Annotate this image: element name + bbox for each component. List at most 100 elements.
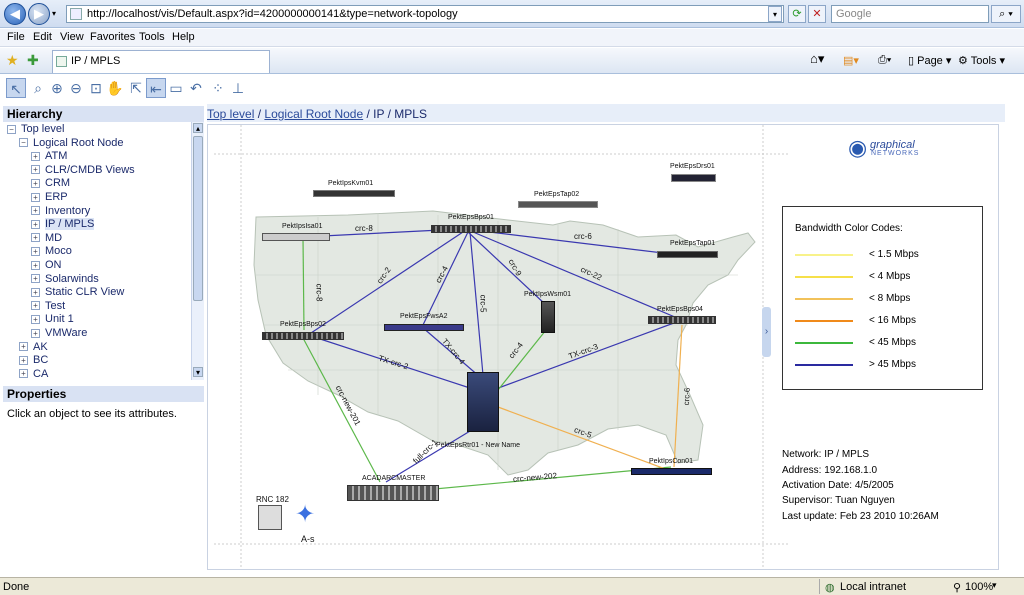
expand-icon[interactable]: + (31, 165, 40, 175)
tree-item[interactable]: + ON (31, 259, 62, 271)
collapse-panel-chevron-icon[interactable]: › (762, 307, 771, 357)
expand-icon[interactable]: + (31, 260, 40, 270)
tree-item[interactable]: + MD (31, 232, 62, 244)
refresh-icon[interactable]: ⟳ (788, 5, 806, 23)
menu-help[interactable]: Help (172, 31, 195, 43)
device-con[interactable] (631, 468, 712, 475)
tools-menu[interactable]: ⚙ Tools ▾ (958, 54, 1005, 67)
menu-file[interactable]: File (7, 31, 25, 43)
zoom-dropdown-icon[interactable]: ▾ (992, 580, 997, 591)
device-rnc[interactable] (258, 505, 282, 530)
device-tap02[interactable] (518, 201, 598, 208)
expand-icon[interactable]: + (31, 328, 40, 338)
tree-layout-icon[interactable]: ⊥ (228, 78, 248, 98)
page-menu[interactable]: ▯ Page ▾ (908, 54, 951, 67)
expand-icon[interactable]: + (31, 178, 40, 188)
feeds-icon[interactable]: ▤▾ (843, 54, 859, 67)
expand-icon[interactable]: + (31, 301, 40, 311)
device-drs[interactable] (671, 174, 716, 182)
fit-view-icon[interactable]: ⊡ (86, 78, 106, 98)
tree-item[interactable]: + ATM (31, 150, 67, 162)
pan-hand-icon[interactable]: ✋ (105, 78, 125, 98)
expand-icon[interactable]: + (31, 151, 40, 161)
expand-icon[interactable]: + (31, 192, 40, 202)
history-dropdown-icon[interactable]: ▾ (52, 9, 56, 18)
scroll-down-icon[interactable]: ▾ (193, 367, 203, 377)
zoom-icon[interactable]: ⌕ (28, 78, 48, 98)
tree-item[interactable]: + Inventory (31, 205, 90, 217)
device-fwsa2[interactable] (384, 324, 464, 331)
menu-edit[interactable]: Edit (33, 31, 52, 43)
breadcrumb-logical-root[interactable]: Logical Root Node (264, 107, 363, 121)
expand-icon[interactable]: + (31, 219, 40, 229)
tree-item[interactable]: + VMWare (31, 327, 87, 339)
tree-item[interactable]: + CA (19, 368, 48, 380)
expand-icon[interactable]: + (31, 287, 40, 297)
zoom-level[interactable]: 100% (965, 581, 993, 593)
tree-item[interactable]: + Solarwinds (31, 273, 99, 285)
expand-icon[interactable]: + (19, 369, 28, 379)
tree-item[interactable]: + CRM (31, 177, 70, 189)
expand-icon[interactable]: + (31, 206, 40, 216)
tab-ip-mpls[interactable]: IP / MPLS (52, 50, 270, 73)
zoom-out-icon[interactable]: ⊖ (66, 78, 86, 98)
expand-icon[interactable]: + (31, 233, 40, 243)
device-acad[interactable] (347, 485, 439, 501)
menu-favorites[interactable]: Favorites (90, 31, 135, 43)
tree-item[interactable]: + CLR/CMDB Views (31, 164, 135, 176)
expand-icon[interactable]: + (19, 342, 28, 352)
menu-view[interactable]: View (60, 31, 84, 43)
select-area-icon[interactable]: ⇱ (126, 78, 146, 98)
collapse-icon[interactable]: − (7, 124, 16, 134)
expand-icon[interactable]: + (31, 246, 40, 256)
device-kvm[interactable] (313, 190, 395, 197)
device-isa[interactable] (262, 233, 330, 241)
menu-tools[interactable]: Tools (139, 31, 165, 43)
add-favorite-icon[interactable]: ✚ (27, 52, 39, 69)
scroll-up-icon[interactable]: ▴ (193, 123, 203, 133)
expand-icon[interactable]: + (31, 274, 40, 284)
back-button[interactable]: ◀ (4, 3, 26, 25)
zoom-in-icon[interactable]: ⊕ (47, 78, 67, 98)
expand-icon[interactable]: + (19, 355, 28, 365)
topology-canvas[interactable]: crc-8 crc-6 crc-2 crc-4 crc-9 crc-22 crc… (207, 124, 999, 570)
collapse-icon[interactable]: − (19, 138, 28, 148)
tree-item[interactable]: − Logical Root Node (19, 137, 124, 149)
scroll-thumb[interactable] (193, 136, 203, 301)
device-bps01[interactable] (431, 225, 511, 233)
tree-item[interactable]: + Unit 1 (31, 313, 74, 325)
url-input[interactable]: http://localhost/vis/Default.aspx?id=420… (66, 5, 784, 23)
device-label: PektIpsIsa01 (282, 223, 323, 230)
tree-item[interactable]: + BC (19, 354, 48, 366)
tree-item[interactable]: + AK (19, 341, 48, 353)
tree-item[interactable]: − Top level (7, 123, 64, 135)
breadcrumb-top-level[interactable]: Top level (207, 107, 254, 121)
stop-icon[interactable]: ✕ (808, 5, 826, 23)
device-rtr[interactable] (467, 372, 499, 432)
print-icon[interactable]: ⎙▾ (878, 54, 891, 67)
tree-item[interactable]: + ERP (31, 191, 68, 203)
tree-item[interactable]: + Moco (31, 245, 72, 257)
device-wsm[interactable] (541, 301, 555, 333)
url-dropdown-icon[interactable]: ▾ (768, 6, 782, 22)
tree-item[interactable]: + Test (31, 300, 65, 312)
layout-icon[interactable]: ⁘ (208, 78, 228, 98)
device-bps02[interactable] (262, 332, 344, 340)
star-node-icon[interactable]: ✦ (295, 503, 315, 527)
device-tap01[interactable] (657, 251, 718, 258)
print-map-icon[interactable]: ▭ (166, 78, 186, 98)
forward-button[interactable]: ▶ (28, 3, 50, 25)
device-bps04[interactable] (648, 316, 716, 324)
tree-item[interactable]: + IP / MPLS (31, 218, 95, 231)
favorites-star-icon[interactable]: ★ (6, 52, 19, 69)
search-input[interactable]: Google (831, 5, 989, 23)
tree-scrollbar[interactable]: ▴ ▾ (191, 122, 204, 380)
expand-icon[interactable]: + (31, 314, 40, 324)
zoom-icon[interactable]: ⚲ (953, 581, 961, 594)
tree-item[interactable]: + Static CLR View (31, 286, 124, 298)
connect-tool-icon[interactable]: ⇤ (146, 78, 166, 98)
select-tool-icon[interactable]: ↖ (6, 78, 26, 98)
search-button[interactable]: ⌕ ▾ (991, 5, 1021, 23)
home-icon[interactable]: ⌂▾ (810, 51, 824, 67)
undo-icon[interactable]: ↶ (186, 78, 206, 98)
